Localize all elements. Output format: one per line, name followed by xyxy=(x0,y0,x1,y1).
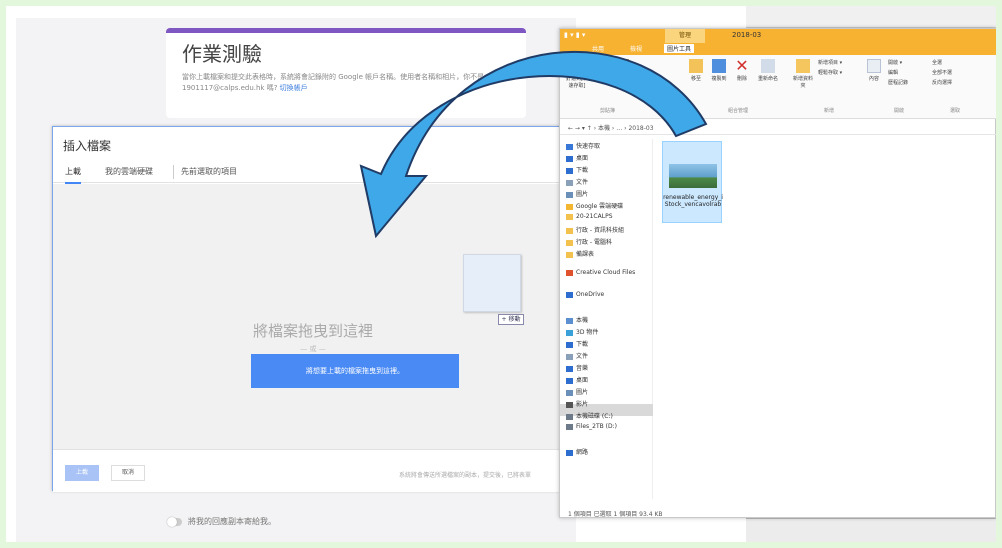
nav-item[interactable]: 桌面 xyxy=(566,375,588,384)
nav-item-label: Files_2TB (D:) xyxy=(576,423,617,430)
nav-item-label: Creative Cloud Files xyxy=(576,269,636,276)
new-folder-button[interactable]: 新增資料夾 xyxy=(792,59,814,89)
status-text: 1 個項目 已選取 1 個項目 93.4 KB xyxy=(568,511,663,518)
open-button[interactable]: 開啟 ▾ xyxy=(888,59,918,66)
dialog-footer-note: 系統將會傳送所選檔案的副本，提交後，已將表單 xyxy=(399,472,532,479)
history-button[interactable]: 歷程記錄 xyxy=(888,79,918,86)
group-select: 選取 xyxy=(950,108,961,114)
cancel-button[interactable]: 取消 xyxy=(111,465,145,481)
easy-access-button[interactable]: 輕鬆存取 ▾ xyxy=(818,69,854,76)
nav-item[interactable]: 影片 xyxy=(566,399,588,408)
arrow-shape xyxy=(359,50,708,239)
nav-item-label: OneDrive xyxy=(576,291,605,298)
nav-item-label: 本機磁碟 (C:) xyxy=(576,413,613,420)
nav-item[interactable]: 3D 物件 xyxy=(566,327,598,336)
properties-icon xyxy=(867,59,881,73)
folder-icon xyxy=(566,377,573,384)
folder-icon xyxy=(566,401,573,408)
background-app-strip xyxy=(746,518,996,542)
dialog-footer: 上載 取消 系統將會傳送所選檔案的副本，提交後，已將表單 xyxy=(53,449,593,492)
select-none-button[interactable]: 全部不選 xyxy=(932,69,966,76)
new-item-button[interactable]: 新增項目 ▾ xyxy=(818,59,854,66)
window-title: 2018-03 xyxy=(732,31,762,39)
nav-item[interactable]: 音樂 xyxy=(566,363,588,372)
delete-button[interactable]: ✕ 刪除 xyxy=(734,56,750,83)
select-file-button[interactable]: 將想要上載的檔案拖曳到這裡。 xyxy=(251,354,459,388)
form-title: 作業測驗 xyxy=(182,42,262,66)
folder-icon xyxy=(566,291,573,298)
nav-item-label: 圖片 xyxy=(576,389,589,396)
folder-icon xyxy=(566,269,573,276)
dragged-file-thumbnail xyxy=(463,254,521,312)
group-open: 開啟 xyxy=(894,108,905,114)
nav-item[interactable]: 文件 xyxy=(566,351,588,360)
folder-icon xyxy=(566,449,573,456)
folder-icon xyxy=(566,413,573,420)
folder-icon xyxy=(566,389,573,396)
nav-item-label: 文件 xyxy=(576,353,589,360)
properties-button[interactable]: 內容 xyxy=(866,59,882,82)
folder-icon xyxy=(566,341,573,348)
group-organize: 組合管理 xyxy=(728,108,749,114)
folder-icon xyxy=(566,329,573,336)
toggle-icon[interactable] xyxy=(167,516,182,527)
folder-icon xyxy=(566,353,573,360)
edit-button[interactable]: 編輯 xyxy=(888,69,918,76)
nav-item[interactable]: 本機 xyxy=(566,315,588,324)
nav-item-label: 下載 xyxy=(576,341,589,348)
tab-my-drive[interactable]: 我的雲端硬碟 xyxy=(105,166,153,177)
tab-recent[interactable]: 先前選取的項目 xyxy=(181,166,237,177)
rename-button[interactable]: 重新命名 xyxy=(756,59,780,82)
nav-item-label: 3D 物件 xyxy=(576,329,599,336)
nav-item[interactable]: 圖片 xyxy=(566,387,588,396)
background-app-toolbar xyxy=(746,6,996,28)
upload-button[interactable]: 上載 xyxy=(65,465,99,481)
send-copy-toggle-row[interactable]: 將我的回應副本寄給我。 xyxy=(167,516,276,527)
folder-icon xyxy=(566,317,573,324)
group-new: 新增 xyxy=(824,108,835,114)
presentation-slide: 作業測驗 當你上載檔案和提交此表格時，系統將會記錄附的 Google 帳戶名稱。… xyxy=(6,6,996,542)
nav-item-label: 桌面 xyxy=(576,377,589,384)
switch-account-link[interactable]: 切換帳戶 xyxy=(280,84,308,92)
send-copy-label: 將我的回應副本寄給我。 xyxy=(188,517,276,526)
drop-zone-text: 將檔案拖曳到這裡 xyxy=(252,322,373,340)
tab-upload[interactable]: 上載 xyxy=(65,166,81,184)
nav-item[interactable]: Creative Cloud Files xyxy=(566,269,635,276)
rename-icon xyxy=(761,59,775,73)
delete-icon: ✕ xyxy=(735,56,749,75)
nav-item-label: 本機 xyxy=(576,317,589,324)
nav-item-label: 音樂 xyxy=(576,365,589,372)
drop-zone-or: — 或 — xyxy=(300,345,326,353)
nav-item[interactable]: 本機磁碟 (C:) xyxy=(566,411,613,420)
folder-icon xyxy=(566,423,573,430)
nav-item[interactable]: Files_2TB (D:) xyxy=(566,423,617,430)
select-all-button[interactable]: 全選 xyxy=(932,59,966,66)
folder-icon xyxy=(566,365,573,372)
nav-item[interactable]: OneDrive xyxy=(566,291,604,298)
drag-direction-arrow xyxy=(359,50,708,239)
tab-divider xyxy=(173,165,174,179)
invert-selection-button[interactable]: 反向選擇 xyxy=(932,79,966,86)
status-bar: 1 個項目 已選取 1 個項目 93.4 KB xyxy=(560,507,996,519)
new-folder-icon xyxy=(796,59,810,73)
nav-item[interactable]: 網路 xyxy=(566,447,588,456)
nav-item-label: 影片 xyxy=(576,401,589,408)
move-badge: + 移動 xyxy=(498,314,524,325)
nav-item[interactable]: 下載 xyxy=(566,339,588,348)
nav-item-label: 網路 xyxy=(576,449,589,456)
dialog-title: 插入檔案 xyxy=(63,139,112,153)
